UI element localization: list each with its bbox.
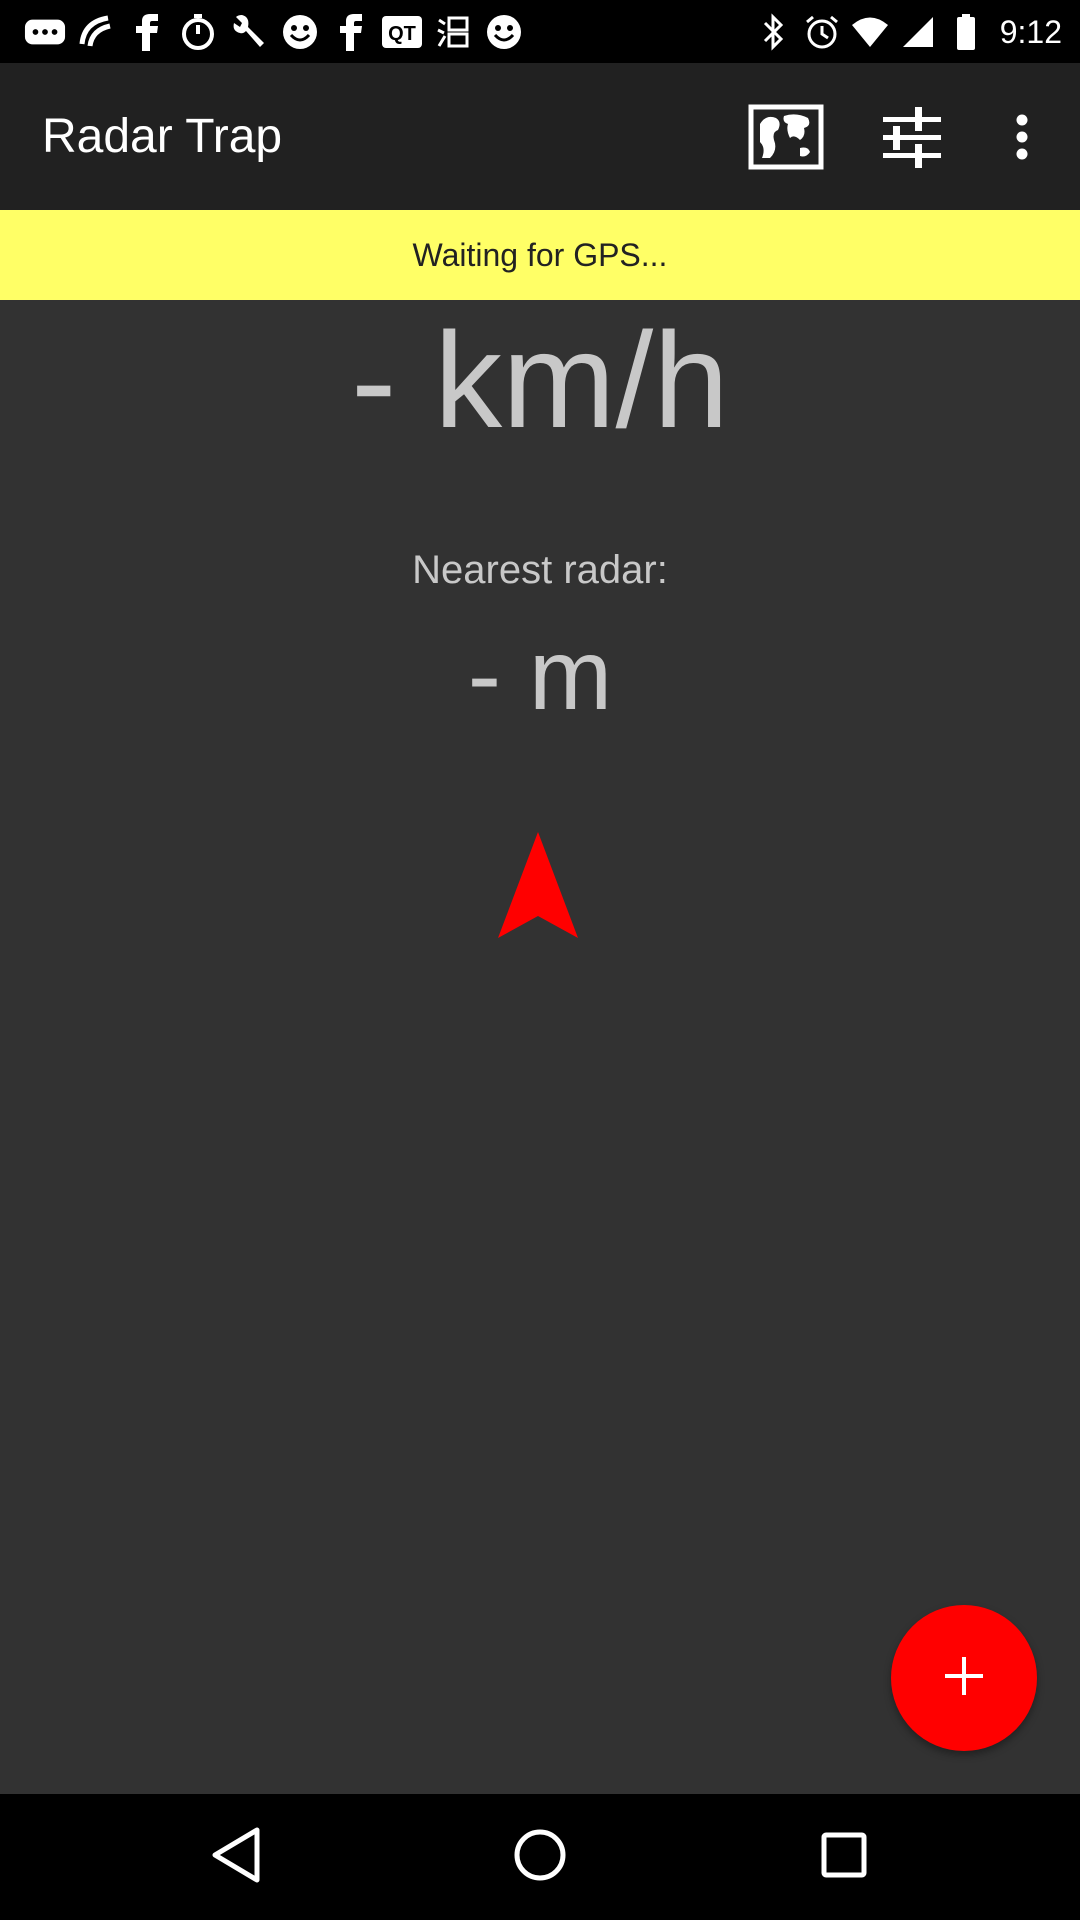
battery-icon: [946, 12, 986, 52]
system-navigation-bar: [0, 1794, 1080, 1920]
map-button[interactable]: [746, 99, 826, 179]
current-speed: - km/h: [351, 304, 729, 456]
signal-icon: [898, 12, 938, 52]
qt-icon: QT: [381, 11, 423, 53]
back-button[interactable]: [196, 1817, 276, 1897]
add-radar-button[interactable]: [891, 1605, 1037, 1751]
back-icon: [209, 1826, 263, 1889]
wifi-icon: [850, 12, 890, 52]
timer-icon: [177, 11, 219, 53]
svg-text:QT: QT: [388, 23, 416, 45]
bluetooth-icon: [754, 12, 794, 52]
wrench-icon: [228, 11, 270, 53]
map-icon: [748, 104, 824, 175]
overflow-menu-button[interactable]: [982, 99, 1062, 179]
facebook-icon: [330, 11, 372, 53]
status-clock: 9:12: [999, 13, 1062, 50]
direction-arrow-icon: [496, 830, 580, 940]
system-icons: 9:12: [754, 8, 1062, 56]
smiley-icon: [279, 11, 321, 53]
gps-status-banner: Waiting for GPS...: [0, 210, 1080, 300]
home-button[interactable]: [500, 1817, 580, 1897]
more-dots-icon: [24, 11, 66, 53]
screen: QT 9:12 Radar Trap Waiting for GPS... - …: [0, 0, 1080, 1920]
home-icon: [513, 1828, 567, 1887]
alarm-icon: [802, 12, 842, 52]
chinese-app-icon: [432, 11, 474, 53]
notification-icons: QT: [24, 8, 534, 56]
recents-button[interactable]: [804, 1817, 884, 1897]
sliders-icon: [879, 104, 945, 175]
nearest-radar-label: Nearest radar:: [412, 548, 668, 592]
plus-icon: [943, 1655, 985, 1702]
rainbow-icon: [75, 11, 117, 53]
facebook-icon: [126, 11, 168, 53]
overflow-menu-icon: [1014, 114, 1030, 165]
status-bar: QT 9:12: [0, 0, 1080, 63]
nearest-radar-distance: - m: [467, 619, 613, 731]
settings-sliders-button[interactable]: [872, 99, 952, 179]
recents-icon: [820, 1831, 868, 1884]
app-toolbar: Radar Trap: [0, 63, 1080, 210]
smiley-icon: [483, 11, 525, 53]
app-title: Radar Trap: [42, 110, 283, 163]
